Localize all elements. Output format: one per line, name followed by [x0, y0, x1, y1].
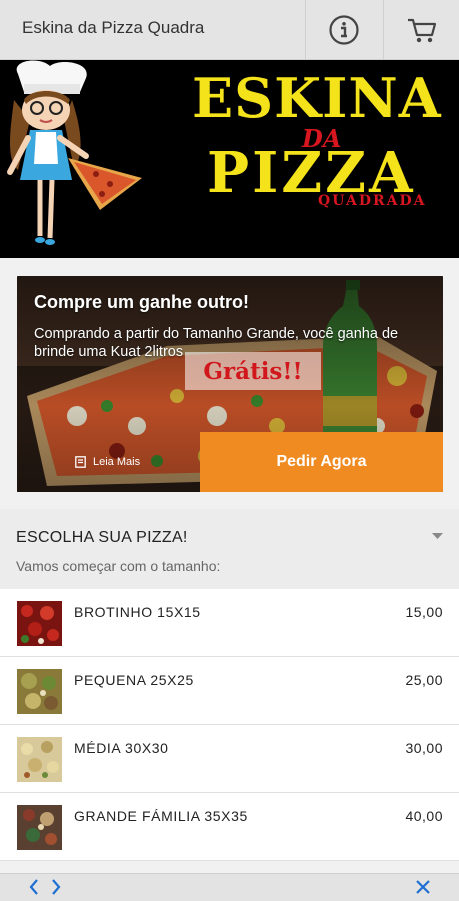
read-more-label: Leia Mais: [93, 456, 141, 468]
cart-icon: [408, 18, 437, 42]
app-header: Eskina da Pizza Quadra: [0, 0, 459, 60]
size-name: BROTINHO 15X15: [74, 604, 201, 620]
read-more-link[interactable]: Leia Mais: [17, 432, 200, 492]
promo-badge: Grátis!!: [185, 352, 321, 390]
size-price: 15,00: [405, 604, 443, 620]
size-name: MÉDIA 30X30: [74, 740, 169, 756]
promo-title: Compre um ganhe outro!: [34, 292, 249, 312]
cart-button[interactable]: [383, 0, 459, 59]
close-icon[interactable]: [414, 878, 432, 896]
size-name: PEQUENA 25X25: [74, 672, 194, 688]
hero-banner: ESKINA DA PIZZA QUADRADA: [0, 60, 459, 258]
list-item[interactable]: BROTINHO 15X15 15,00: [0, 589, 459, 657]
list-item[interactable]: GRANDE FÁMILIA 35X35 40,00: [0, 793, 459, 861]
caret-down-icon[interactable]: [432, 533, 443, 540]
list-item[interactable]: MÉDIA 30X30 30,00: [0, 725, 459, 793]
chevron-left-icon[interactable]: [28, 878, 40, 896]
chevron-right-icon[interactable]: [50, 878, 62, 896]
logo-word-eskina: ESKINA: [192, 66, 442, 130]
menu-section-header[interactable]: ESCOLHA SUA PIZZA! Vamos começar com o t…: [0, 509, 459, 589]
pizza-thumbnail: [17, 601, 62, 646]
pizza-thumbnail: [17, 669, 62, 714]
browser-bottom-bar: [0, 873, 459, 901]
logo-word-quadrada: QUADRADA: [318, 193, 427, 209]
list-item[interactable]: PEQUENA 25X25 25,00: [0, 657, 459, 725]
section-title: ESCOLHA SUA PIZZA!: [16, 529, 188, 546]
document-icon: [75, 456, 86, 468]
order-now-button[interactable]: Pedir Agora: [200, 432, 443, 492]
info-icon: [329, 14, 359, 45]
chef-mascot-illustration: [7, 60, 142, 245]
size-price: 25,00: [405, 672, 443, 688]
size-price: 30,00: [405, 740, 443, 756]
app-title: Eskina da Pizza Quadra: [22, 18, 205, 37]
size-list: BROTINHO 15X15 15,00 PEQUENA 25X25 25,00…: [0, 589, 459, 861]
size-name: GRANDE FÁMILIA 35X35: [74, 808, 248, 824]
pizza-thumbnail: [17, 737, 62, 782]
promo-card[interactable]: Compre um ganhe outro! Comprando a parti…: [17, 276, 443, 492]
info-button[interactable]: [305, 0, 382, 59]
pizza-thumbnail: [17, 805, 62, 850]
section-subtitle: Vamos começar com o tamanho:: [16, 558, 221, 574]
size-price: 40,00: [405, 808, 443, 824]
